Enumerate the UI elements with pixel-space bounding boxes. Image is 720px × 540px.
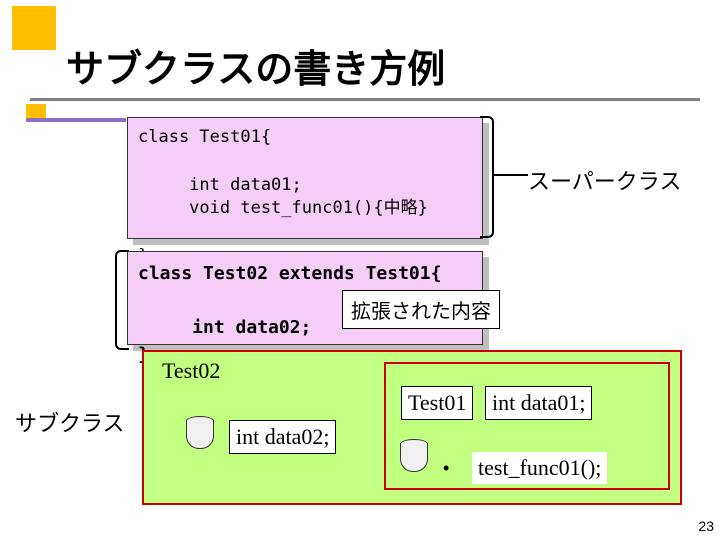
data01-box: int data01; [485,386,592,420]
subclass-label: サブクラス [15,406,125,438]
brace-right [480,116,494,238]
func01-box: test_func01(); [472,452,607,484]
title-underline [30,98,700,101]
decor-yellow-block [12,6,56,50]
test01-title: Test01 [401,386,473,420]
arrow-super [494,174,528,176]
code-block-superclass: class Test01{ int data01; void test_func… [127,117,483,239]
data02-box: int data02; [229,420,336,454]
cylinder-icon [400,443,426,475]
decor-purple-line [26,118,126,122]
slide-title: サブクラスの書き方例 [66,38,445,93]
bullet-icon: • [443,458,449,479]
page-number: 23 [698,518,714,534]
superclass-label: スーパークラス [528,164,681,196]
test02-title: Test02 [162,358,220,384]
cylinder-icon [186,420,212,452]
brace-left [115,250,129,350]
extended-content-label: 拡張された内容 [342,290,500,329]
